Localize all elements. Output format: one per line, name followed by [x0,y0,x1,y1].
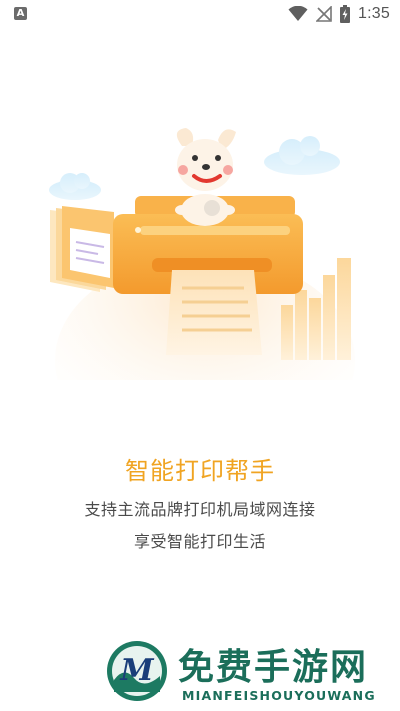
watermark-title: 免费手游网 [178,647,369,688]
signal-off-icon [316,6,332,22]
cloud-left [49,173,101,200]
cloud-right [264,136,340,175]
status-icons: 1:35 [288,4,390,24]
printer-illustration [49,128,355,380]
svg-text:M: M [119,653,154,688]
watermark: M 免费手游网 MIANFEISHOUYOUWANG [102,634,397,710]
document-stack [50,206,114,292]
status-bar: A 1:35 [0,0,400,28]
wifi-icon [288,6,308,21]
watermark-subtitle: MIANFEISHOUYOUWANG [182,688,376,703]
splash-screen: A 1:35 智能打印帮手 支持主流品牌打印机局域网连接 享受智能打印生活 M … [0,0,400,711]
subtitle-line-1: 支持主流品牌打印机局域网连接 [84,500,316,519]
status-time: 1:35 [358,5,390,22]
dog-mascot [175,128,236,226]
subtitle-line-2: 享受智能打印生活 [133,532,266,551]
battery-charging-icon [340,5,351,23]
watermark-logo: M [104,638,170,704]
headline: 智能打印帮手 [125,457,275,485]
app-notification-icon: A [14,7,27,20]
